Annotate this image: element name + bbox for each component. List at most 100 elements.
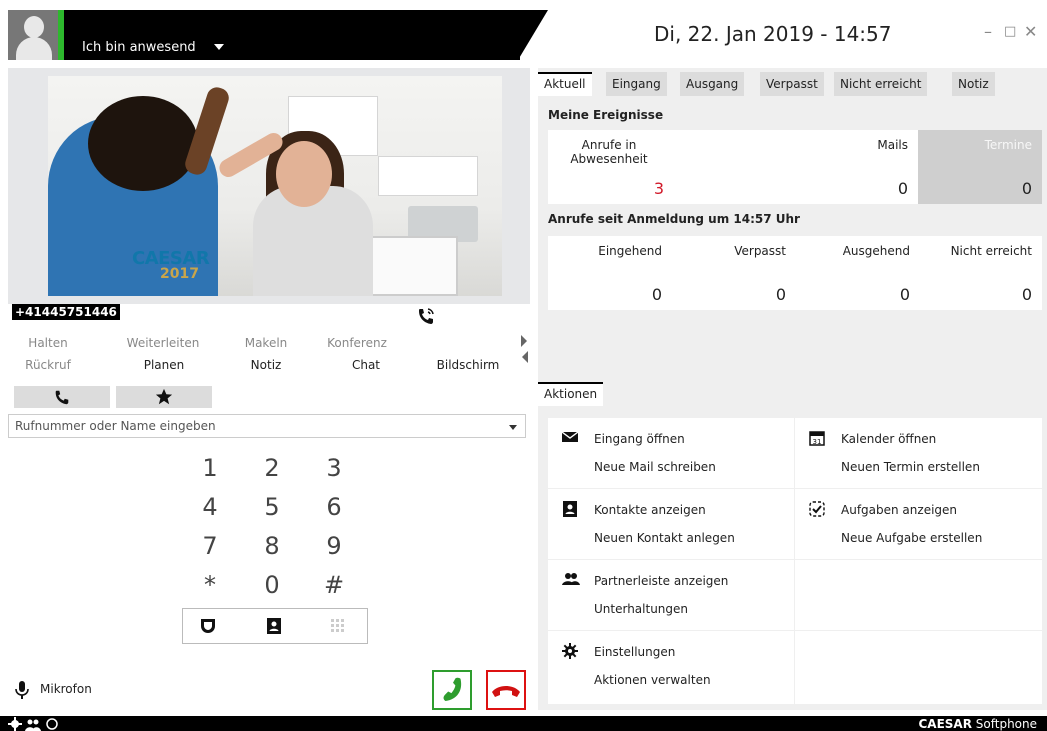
card-label: Ausgehend: [842, 244, 910, 258]
key-star[interactable]: *: [190, 571, 230, 599]
toggle-button[interactable]: Makeln: [236, 336, 296, 350]
action-open-inbox[interactable]: Eingang öffnen: [594, 432, 685, 446]
action-show-tasks[interactable]: Aufgaben anzeigen: [841, 503, 957, 517]
action-new-appointment[interactable]: Neuen Termin erstellen: [841, 460, 980, 474]
maximize-button[interactable]: □: [1004, 24, 1016, 39]
presence-status[interactable]: Ich bin anwesend: [82, 40, 196, 55]
action-new-mail[interactable]: Neue Mail schreiben: [594, 460, 716, 474]
call-panel: CAESAR 2017 +41445751446 Halten Weiterle…: [8, 68, 530, 710]
datetime-display: Di, 22. Jan 2019 - 14:57: [654, 22, 892, 46]
action-calendar[interactable]: 31 Kalender öffnen Neuen Termin erstelle…: [795, 418, 1042, 488]
voicemail-icon[interactable]: [199, 617, 219, 637]
card-label: Verpasst: [734, 244, 786, 258]
dial-input[interactable]: Rufnummer oder Name eingeben: [8, 414, 526, 438]
action-show-contacts[interactable]: Kontakte anzeigen: [594, 503, 706, 517]
keypad-toolbar: [182, 608, 368, 644]
key-2[interactable]: 2: [252, 454, 292, 482]
contacts-icon[interactable]: [265, 617, 285, 637]
card-value: 0: [1021, 285, 1032, 304]
action-empty: [795, 560, 1042, 630]
action-settings[interactable]: Einstellungen Aktionen verwalten: [548, 631, 794, 704]
key-6[interactable]: 6: [314, 493, 354, 521]
action-new-contact[interactable]: Neuen Kontakt anlegen: [594, 531, 735, 545]
microphone-icon[interactable]: [14, 680, 30, 703]
hangup-button[interactable]: [486, 670, 526, 710]
action-show-partners[interactable]: Partnerleiste anzeigen: [594, 574, 728, 588]
card-incoming[interactable]: Eingehend 0: [548, 236, 672, 310]
card-missed-calls[interactable]: Anrufe in Abwesenheit 3: [548, 130, 794, 204]
key-1[interactable]: 1: [190, 454, 230, 482]
tab-eingang[interactable]: Eingang: [606, 72, 667, 96]
status-bar: CAESAR Softphone: [0, 716, 1047, 731]
statusbar-icons: [8, 717, 68, 731]
screenshare-button[interactable]: Bildschirm: [428, 358, 508, 372]
callback-button[interactable]: Rückruf: [18, 358, 78, 372]
action-contacts[interactable]: Kontakte anzeigen Neuen Kontakt anlegen: [548, 489, 794, 559]
action-empty: [795, 631, 1042, 704]
card-outgoing[interactable]: Ausgehend 0: [796, 236, 920, 310]
key-4[interactable]: 4: [190, 493, 230, 521]
note-button[interactable]: Notiz: [236, 358, 296, 372]
action-tasks[interactable]: Aufgaben anzeigen Neue Aufgabe erstellen: [795, 489, 1042, 559]
card-value: 0: [1021, 179, 1032, 198]
card-not-reached[interactable]: Nicht erreicht 0: [920, 236, 1042, 310]
brand-label: CAESAR Softphone: [918, 717, 1037, 731]
key-8[interactable]: 8: [252, 532, 292, 560]
keypad-grid-icon[interactable]: [329, 617, 349, 637]
close-button[interactable]: ✕: [1024, 22, 1037, 41]
card-appointments[interactable]: Termine 0: [918, 130, 1042, 204]
action-settings-label[interactable]: Einstellungen: [594, 645, 675, 659]
partners-icon: [562, 572, 580, 588]
action-mail[interactable]: Eingang öffnen Neue Mail schreiben: [548, 418, 794, 488]
task-icon: [809, 501, 825, 517]
tab-dialer[interactable]: [14, 386, 110, 408]
chevron-down-icon[interactable]: [509, 425, 517, 430]
schedule-button[interactable]: Planen: [134, 358, 194, 372]
action-scroll-arrows[interactable]: [520, 334, 530, 367]
tab-ausgang[interactable]: Ausgang: [680, 72, 745, 96]
dial-input-placeholder: Rufnummer oder Name eingeben: [15, 419, 216, 433]
action-partners[interactable]: Partnerleiste anzeigen Unterhaltungen: [548, 560, 794, 630]
chevron-down-icon[interactable]: [214, 44, 224, 50]
tab-aktionen[interactable]: Aktionen: [538, 382, 604, 406]
key-hash[interactable]: #: [314, 571, 354, 599]
calls-since-title: Anrufe seit Anmeldung um 14:57 Uhr: [548, 212, 800, 226]
tab-favorites[interactable]: [116, 386, 212, 408]
card-value: 0: [897, 179, 908, 198]
action-manage-actions[interactable]: Aktionen verwalten: [594, 673, 711, 687]
avatar-head: [24, 16, 44, 38]
card-label: Termine: [984, 138, 1032, 152]
action-new-task[interactable]: Neue Aufgabe erstellen: [841, 531, 982, 545]
key-3[interactable]: 3: [314, 454, 354, 482]
key-0[interactable]: 0: [252, 571, 292, 599]
brand-bold: CAESAR: [918, 717, 972, 731]
action-open-calendar[interactable]: Kalender öffnen: [841, 432, 936, 446]
card-value: 0: [651, 285, 662, 304]
help-icon: [46, 718, 58, 730]
action-conversations[interactable]: Unterhaltungen: [594, 602, 688, 616]
card-missed[interactable]: Verpasst 0: [672, 236, 796, 310]
key-9[interactable]: 9: [314, 532, 354, 560]
hold-button[interactable]: Halten: [18, 336, 78, 350]
tab-aktuell[interactable]: Aktuell: [538, 72, 592, 96]
key-5[interactable]: 5: [252, 493, 292, 521]
forward-button[interactable]: Weiterleiten: [118, 336, 208, 350]
call-button[interactable]: [432, 670, 472, 710]
chat-button[interactable]: Chat: [336, 358, 396, 372]
tab-verpasst[interactable]: Verpasst: [760, 72, 824, 96]
key-7[interactable]: 7: [190, 532, 230, 560]
photo-person-hair: [88, 96, 198, 191]
phone-icon: [55, 390, 69, 405]
conference-button[interactable]: Konferenz: [322, 336, 392, 350]
photo-shelf: [378, 156, 478, 196]
card-mails[interactable]: Mails 0: [794, 130, 918, 204]
tab-notiz[interactable]: Notiz: [952, 72, 995, 96]
minimize-button[interactable]: –: [984, 22, 992, 41]
microphone-label[interactable]: Mikrofon: [40, 682, 92, 696]
hangup-icon: [492, 686, 520, 697]
card-label: Nicht erreicht: [950, 244, 1032, 258]
events-panel: Aktuell Eingang Ausgang Verpasst Nicht e…: [538, 68, 1047, 710]
user-avatar[interactable]: [8, 10, 64, 60]
tab-nicht-erreicht[interactable]: Nicht erreicht: [834, 72, 928, 96]
phone-ringing-icon: [416, 306, 436, 329]
